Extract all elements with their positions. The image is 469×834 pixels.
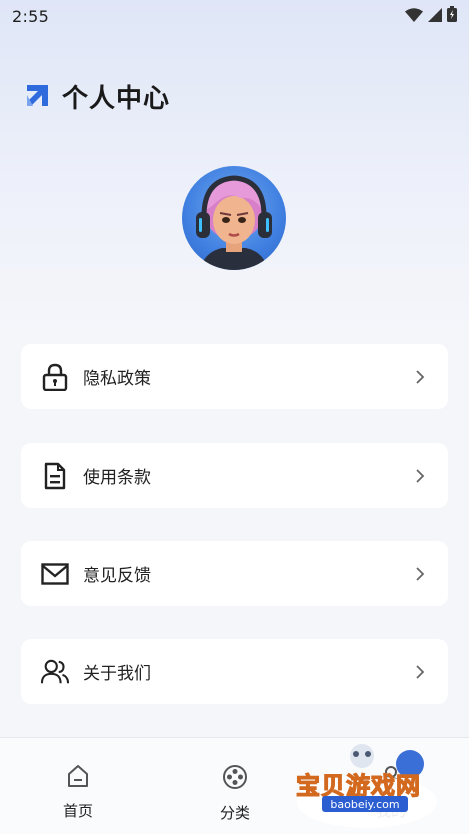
chevron-right-icon (412, 664, 428, 680)
battery-icon (447, 6, 457, 26)
tab-label: 首页 (62, 802, 93, 820)
status-icons (405, 6, 457, 26)
lock-icon (41, 363, 69, 391)
chevron-right-icon (412, 369, 428, 385)
menu-item-label: 意见反馈 (83, 566, 151, 586)
page-title: 个人中心 (62, 83, 171, 114)
tab-category[interactable]: 分类 (180, 738, 290, 834)
arrow-logo-icon (24, 81, 52, 111)
menu-item-feedback[interactable]: 意见反馈 (21, 541, 448, 606)
chevron-right-icon (412, 566, 428, 582)
menu-item-privacy[interactable]: 隐私政策 (21, 344, 448, 409)
menu-item-label: 使用条款 (83, 468, 151, 488)
avatar[interactable] (182, 166, 286, 270)
tab-label: 分类 (219, 804, 250, 822)
mail-icon (41, 560, 69, 588)
watermark-url: baobeiy.com (322, 796, 408, 812)
home-icon (66, 764, 90, 792)
signal-icon (428, 7, 442, 26)
menu-item-about[interactable]: 关于我们 (21, 639, 448, 704)
page-header: 个人中心 (24, 78, 170, 114)
menu-item-label: 隐私政策 (83, 369, 151, 389)
status-bar: 2:55 (0, 0, 469, 32)
wifi-icon (405, 7, 423, 26)
menu-item-label: 关于我们 (83, 664, 151, 684)
tab-home[interactable]: 首页 (23, 738, 133, 834)
chevron-right-icon (412, 468, 428, 484)
document-icon (41, 462, 69, 490)
menu-item-terms[interactable]: 使用条款 (21, 443, 448, 508)
category-icon (222, 764, 248, 794)
watermark: 宝贝游戏网 baobeiy.com (292, 742, 442, 830)
status-time: 2:55 (12, 6, 50, 26)
avatar-gamer-girl (196, 175, 272, 270)
users-icon (41, 658, 69, 686)
